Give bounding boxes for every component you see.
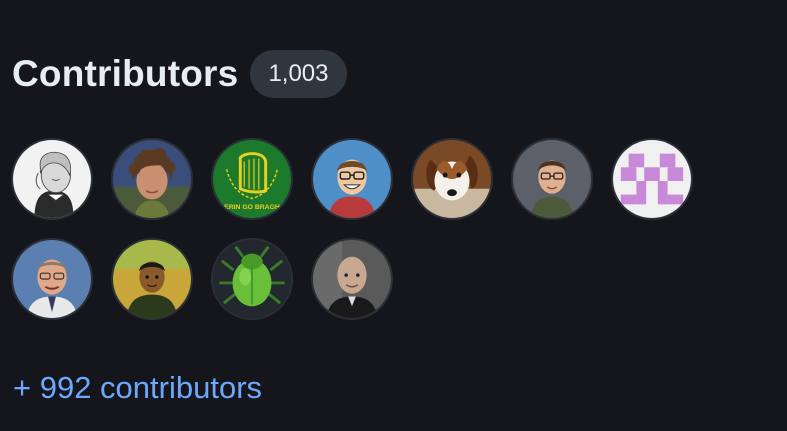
contributor-avatar-5[interactable] [411, 138, 493, 220]
cartoon-man-glasses-icon [313, 140, 391, 218]
portrait-engraving-icon [13, 140, 91, 218]
contributor-avatar-6[interactable] [511, 138, 593, 220]
contributor-avatar-3[interactable]: ERIN GO BRAGH [211, 138, 293, 220]
contributor-avatar-9[interactable] [111, 238, 193, 320]
curly-hair-man-photo-icon [113, 140, 191, 218]
contributors-count-badge: 1,003 [250, 50, 347, 98]
contributor-avatar-2[interactable] [111, 138, 193, 220]
identicon-pink-icon [613, 140, 691, 218]
more-contributors-link[interactable]: + 992 contributors [13, 368, 262, 408]
man-blue-background-photo-icon [13, 240, 91, 318]
contributor-avatar-10[interactable] [211, 238, 293, 320]
contributor-avatar-11[interactable] [311, 238, 393, 320]
contributors-title[interactable]: Contributors [12, 50, 238, 98]
contributor-avatar-7[interactable] [611, 138, 693, 220]
contributor-avatar-4[interactable] [311, 138, 393, 220]
contributor-avatar-8[interactable] [11, 238, 93, 320]
man-outdoors-photo-icon [113, 240, 191, 318]
dog-photo-icon [413, 140, 491, 218]
man-glasses-photo-icon [513, 140, 591, 218]
contributors-header: Contributors 1,003 [12, 50, 347, 98]
contributors-panel: Contributors 1,003 ERIN GO BRAGH + 992 c… [0, 0, 787, 431]
bald-man-photo-icon [313, 240, 391, 318]
svg-text:ERIN GO BRAGH: ERIN GO BRAGH [224, 204, 280, 211]
contributor-avatar-1[interactable] [11, 138, 93, 220]
harp-flag-icon: ERIN GO BRAGH [213, 140, 291, 218]
green-bug-logo-icon [213, 240, 291, 318]
